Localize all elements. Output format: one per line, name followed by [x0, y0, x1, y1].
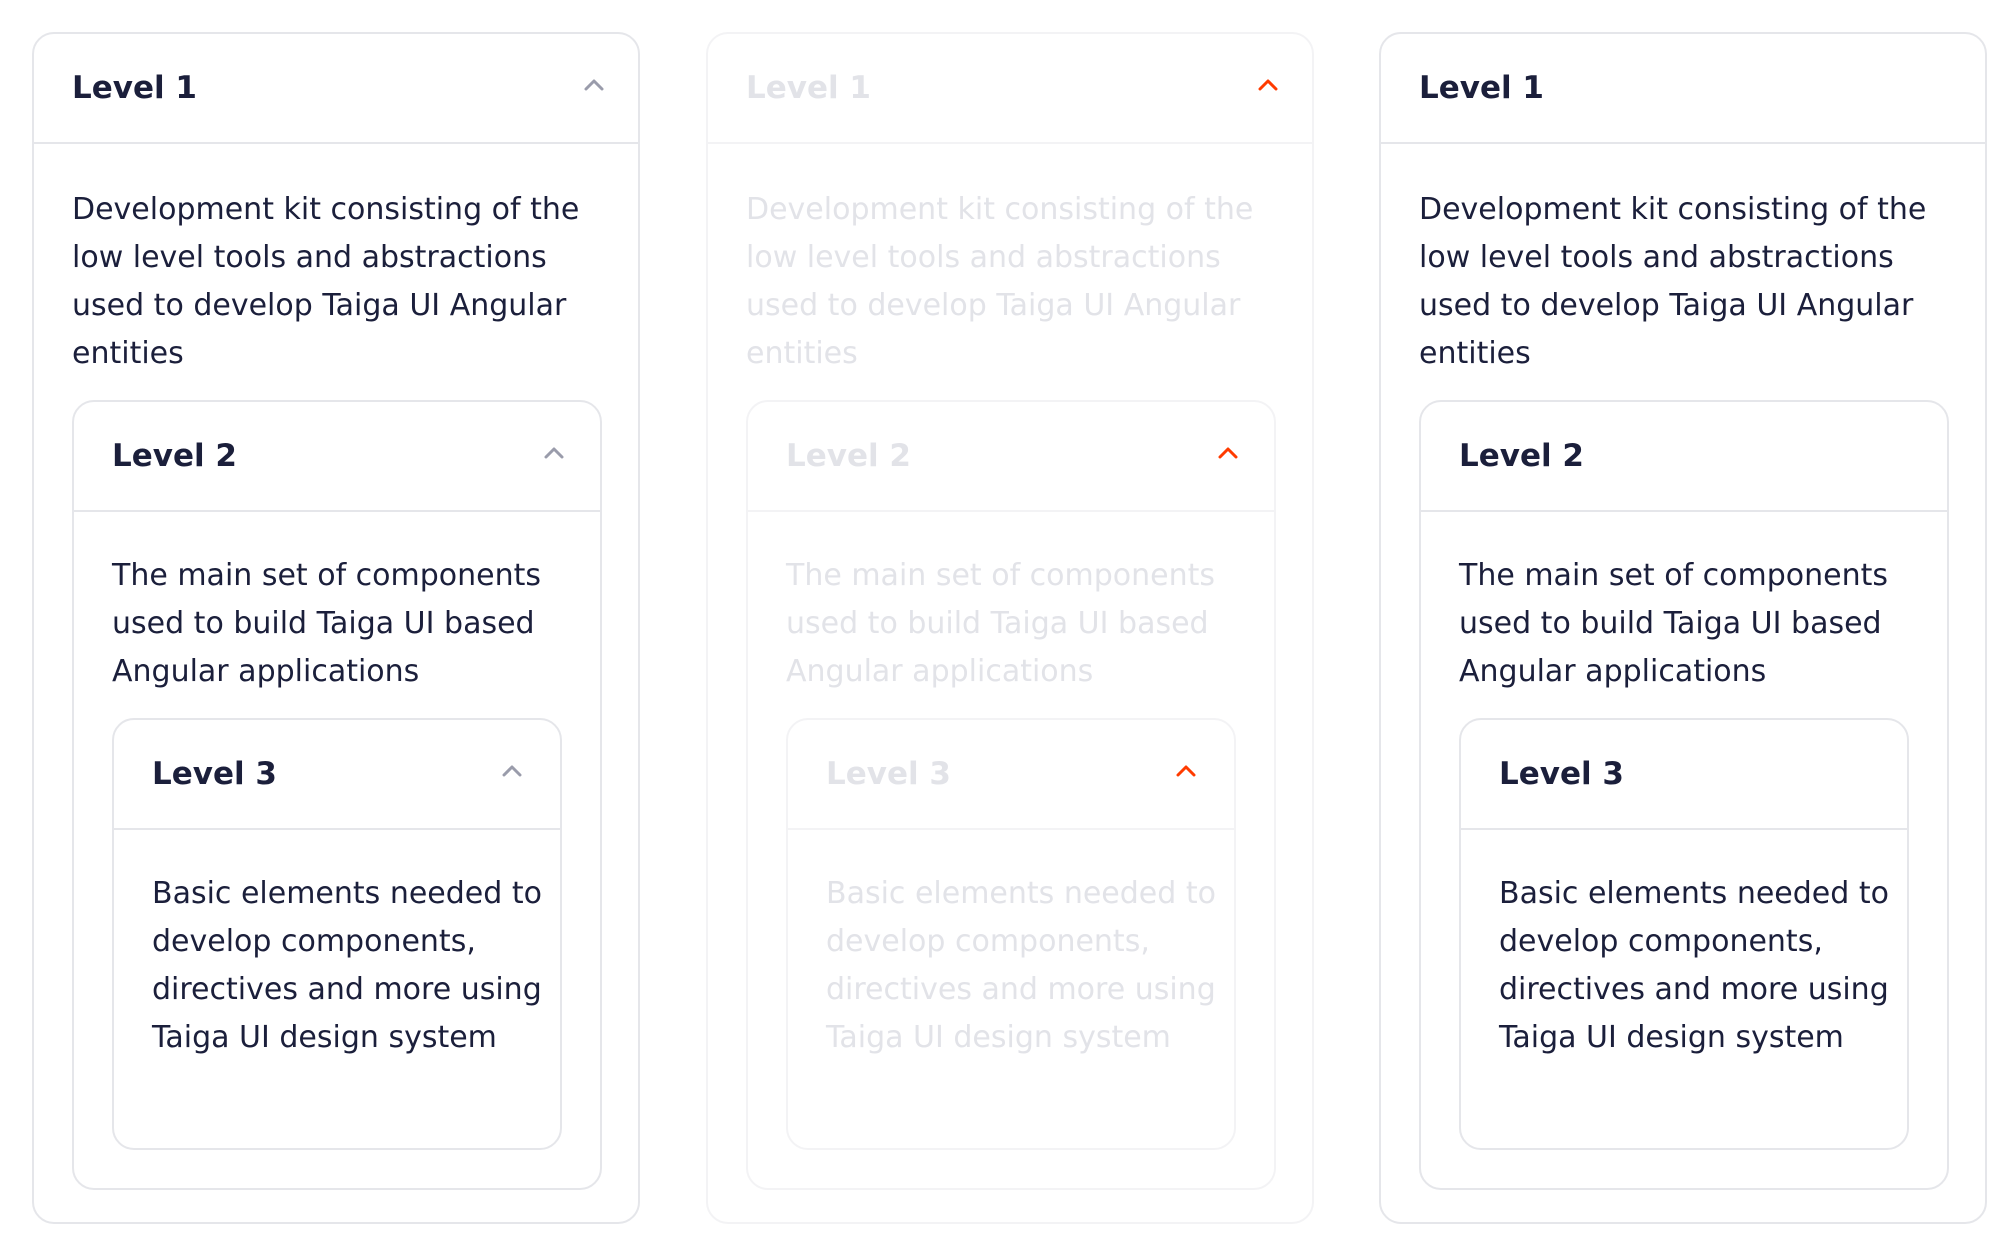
level-2-header[interactable]: Level 2 [1421, 402, 1947, 512]
level-3-accordion: Level 3 Basic elements needed to develop… [786, 718, 1236, 1150]
level-1-header[interactable]: Level 1 [34, 34, 638, 144]
level-1-content: Development kit consisting of the low le… [746, 192, 1254, 371]
level-3-title: Level 3 [152, 756, 277, 792]
level-3-content: Basic elements needed to develop compone… [1499, 876, 1889, 1055]
chevron-up-icon[interactable] [582, 77, 606, 93]
level-2-accordion: Level 2 The main set of components used … [1419, 400, 1949, 1190]
level-1-header[interactable]: Level 1 [1381, 34, 1985, 144]
level-3-header[interactable]: Level 3 [1461, 720, 1907, 830]
level-2-title: Level 2 [1459, 438, 1584, 474]
level-2-content: The main set of components used to build… [112, 558, 542, 689]
chevron-up-icon [1174, 763, 1198, 779]
level-2-title: Level 2 [786, 438, 911, 474]
level-2-title: Level 2 [112, 438, 237, 474]
level-3-content: Basic elements needed to develop compone… [152, 876, 542, 1055]
level-3-content: Basic elements needed to develop compone… [826, 876, 1216, 1055]
level-2-header[interactable]: Level 2 [74, 402, 600, 512]
level-2-header: Level 2 [748, 402, 1274, 512]
level-3-accordion: Level 3 Basic elements needed to develop… [112, 718, 562, 1150]
accordion-panel-default: Level 1 Development kit consisting of th… [32, 32, 640, 1224]
accordion-panel-no-chevron: Level 1 Development kit consisting of th… [1379, 32, 1987, 1224]
accordion-panel-disabled: Level 1 Development kit consisting of th… [706, 32, 1314, 1224]
chevron-up-icon [1216, 445, 1240, 461]
level-2-content: The main set of components used to build… [786, 558, 1216, 689]
level-2-content: The main set of components used to build… [1459, 558, 1889, 689]
level-1-title: Level 1 [72, 70, 197, 106]
level-3-title: Level 3 [1499, 756, 1624, 792]
level-1-content: Development kit consisting of the low le… [1419, 192, 1927, 371]
chevron-up-icon [1256, 77, 1280, 93]
level-3-accordion: Level 3 Basic elements needed to develop… [1459, 718, 1909, 1150]
level-1-header: Level 1 [708, 34, 1312, 144]
level-2-accordion: Level 2 The main set of components used … [72, 400, 602, 1190]
level-1-title: Level 1 [1419, 70, 1544, 106]
level-1-content: Development kit consisting of the low le… [72, 192, 580, 371]
level-2-accordion: Level 2 The main set of components used … [746, 400, 1276, 1190]
chevron-up-icon[interactable] [542, 445, 566, 461]
level-3-header[interactable]: Level 3 [114, 720, 560, 830]
level-3-header: Level 3 [788, 720, 1234, 830]
level-3-title: Level 3 [826, 756, 951, 792]
level-1-title: Level 1 [746, 70, 871, 106]
chevron-up-icon[interactable] [500, 763, 524, 779]
